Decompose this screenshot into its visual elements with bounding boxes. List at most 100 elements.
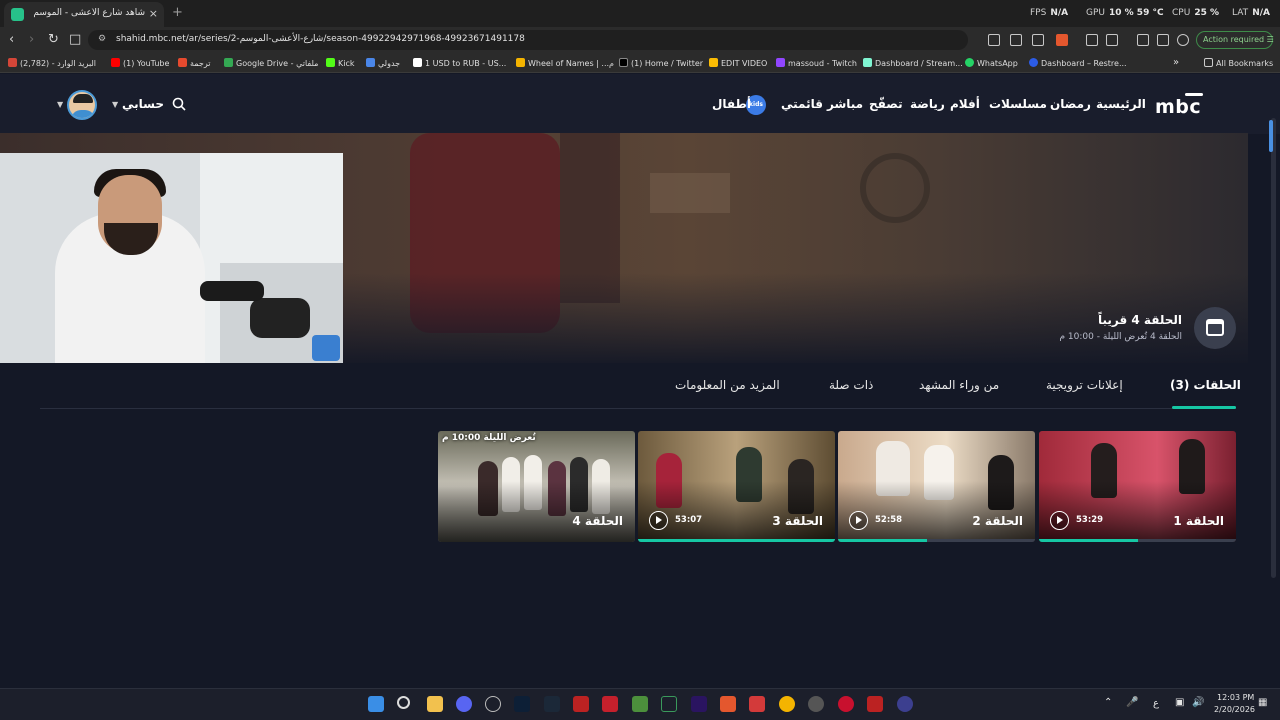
x-icon xyxy=(619,58,628,67)
tab-promos[interactable]: إعلانات ترويجية xyxy=(1046,378,1123,392)
share-icon[interactable] xyxy=(1032,34,1044,46)
tab-more-info[interactable]: المزيد من المعلومات xyxy=(675,378,780,392)
nav-ramadan[interactable]: رمضان xyxy=(1050,97,1091,111)
bookmark-wheel-of-names[interactable]: Wheel of Names | ...م xyxy=(516,58,614,68)
nav-home[interactable]: الرئيسية xyxy=(1096,97,1146,111)
network-icon[interactable]: ▣ xyxy=(1175,697,1184,708)
vpn-icon[interactable] xyxy=(1177,34,1189,46)
bookmark-gmail[interactable]: البريد الوارد - (2,782) xyxy=(8,58,96,68)
episode-card-3[interactable]: الحلقة 3 53:07 xyxy=(638,431,835,542)
photoshop-icon[interactable] xyxy=(514,696,530,712)
chevron-down-icon[interactable]: ▼ xyxy=(112,100,118,109)
obs-icon[interactable] xyxy=(808,696,824,712)
bookmark-google-drive[interactable]: Google Drive - ملفاتي xyxy=(224,58,318,68)
nav-live[interactable]: مباشر xyxy=(827,97,863,111)
bookmark-youtube[interactable]: (1) YouTube xyxy=(111,58,169,68)
url-bar[interactable]: ⚙ shahid.mbc.net/ar/series/2-شارع-الأعشى… xyxy=(88,30,968,50)
tab-related[interactable]: ذات صلة xyxy=(829,378,873,392)
episode-card-4[interactable]: تُعرض الليلة 10:00 م الحلقة 4 xyxy=(438,431,635,542)
bookmark-twitch[interactable]: massoud - Twitch xyxy=(776,58,857,68)
app-eu-icon[interactable] xyxy=(573,696,589,712)
red-app-icon[interactable] xyxy=(602,696,618,712)
volume-icon[interactable]: 🔊 xyxy=(1192,697,1204,708)
input-language[interactable]: ع xyxy=(1153,698,1159,709)
search-icon[interactable] xyxy=(172,97,186,111)
avatar-chevron-down-icon[interactable]: ▼ xyxy=(57,100,63,109)
creative-cloud-icon[interactable] xyxy=(838,696,854,712)
scrollbar-thumb[interactable] xyxy=(1269,120,1273,152)
play-icon[interactable] xyxy=(1050,511,1069,530)
nav-movies[interactable]: أفلام xyxy=(950,97,980,111)
clock-date[interactable]: 2/20/2026 xyxy=(1214,705,1255,714)
windows-start-icon[interactable] xyxy=(368,696,384,712)
extensions-icon[interactable] xyxy=(1086,34,1098,46)
chrome-icon[interactable] xyxy=(779,696,795,712)
discord-icon[interactable] xyxy=(456,696,472,712)
media-icon[interactable] xyxy=(1106,34,1118,46)
nav-my-list[interactable]: قائمتي xyxy=(781,97,823,111)
clock-time[interactable]: 12:03 PM xyxy=(1217,693,1254,702)
account-menu[interactable]: حسابي xyxy=(122,97,164,111)
tab-behind-the-scenes[interactable]: من وراء المشهد xyxy=(919,378,999,392)
bookmark-schedule[interactable]: جدولي xyxy=(366,58,400,68)
twitch-icon xyxy=(776,58,785,67)
action-required-button[interactable]: Action required ☰ xyxy=(1196,31,1274,49)
avatar[interactable] xyxy=(67,90,97,120)
file-explorer-icon[interactable] xyxy=(427,696,443,712)
cast-icon[interactable] xyxy=(1010,34,1022,46)
episode-1-title: الحلقة 1 xyxy=(1173,514,1224,528)
bookmark-restream[interactable]: Dashboard – Restre... xyxy=(1029,58,1127,68)
translate-icon[interactable] xyxy=(988,34,1000,46)
bookmark-twitter[interactable]: (1) Home / Twitter xyxy=(619,58,703,68)
taskbar-search-icon[interactable] xyxy=(397,696,410,709)
reload-icon[interactable]: ↻ xyxy=(48,32,59,47)
nav-browse[interactable]: تصفّح xyxy=(869,97,903,111)
nav-series[interactable]: مسلسلات xyxy=(989,97,1047,111)
forward-icon[interactable]: › xyxy=(29,32,34,47)
green-app-icon[interactable] xyxy=(632,696,648,712)
excel-icon[interactable] xyxy=(661,696,677,712)
episode-card-1[interactable]: الحلقة 1 53:29 xyxy=(1039,431,1236,542)
back-icon[interactable]: ‹ xyxy=(9,32,14,47)
mbc-logo[interactable]: mbc xyxy=(1155,93,1204,118)
fps-stat: FPS N/A xyxy=(1030,8,1069,18)
translate-bookmark-icon xyxy=(178,58,187,67)
schedule-icon xyxy=(366,58,375,67)
bookmark-whatsapp[interactable]: WhatsApp xyxy=(965,58,1018,68)
bookmark-kick[interactable]: Kick xyxy=(326,58,355,68)
media-player-icon[interactable] xyxy=(485,696,501,712)
notifications-icon[interactable]: ▦ xyxy=(1258,697,1267,708)
tray-chevron-up-icon[interactable]: ⌃ xyxy=(1104,697,1112,708)
steam-icon[interactable] xyxy=(544,696,560,712)
premiere-icon[interactable] xyxy=(691,696,707,712)
bookmark-page-icon[interactable]: □ xyxy=(69,32,81,47)
voice-app-icon[interactable] xyxy=(897,696,913,712)
sidebar-icon[interactable] xyxy=(1137,34,1149,46)
brave-shield-icon[interactable] xyxy=(1056,34,1068,46)
play-icon[interactable] xyxy=(849,511,868,530)
episode-3-title: الحلقة 3 xyxy=(772,514,823,528)
all-bookmarks-button[interactable]: All Bookmarks xyxy=(1204,58,1273,68)
close-tab-icon[interactable]: × xyxy=(149,7,158,20)
new-tab-button[interactable]: + xyxy=(172,5,183,20)
wallet-icon[interactable] xyxy=(1157,34,1169,46)
bookmark-usd-rub[interactable]: 1 USD to RUB - US... xyxy=(413,58,506,68)
scrollbar[interactable] xyxy=(1271,118,1276,578)
more-bookmarks-icon[interactable]: » xyxy=(1173,57,1179,68)
gallery-icon[interactable] xyxy=(749,696,765,712)
bookmark-streamlabs[interactable]: Dashboard / Stream... xyxy=(863,58,963,68)
nav-kids[interactable]: أطفال xyxy=(712,97,751,111)
bookmark-edit-video[interactable]: EDIT VIDEO xyxy=(709,58,767,68)
browser-tab[interactable]: شاهد شارع الأعشى - الموسم 2 | MBC × xyxy=(4,2,164,27)
site-info-icon[interactable]: ⚙ xyxy=(98,34,106,44)
youtube-icon xyxy=(111,58,120,67)
brave-icon[interactable] xyxy=(720,696,736,712)
play-icon[interactable] xyxy=(649,511,668,530)
bookmark-translate[interactable]: ترجمة xyxy=(178,58,211,68)
episode-card-2[interactable]: الحلقة 2 52:58 xyxy=(838,431,1035,542)
nav-sports[interactable]: رياضة xyxy=(910,97,945,111)
gmail-icon xyxy=(8,58,17,67)
microphone-icon[interactable]: 🎤 xyxy=(1126,697,1138,708)
tab-episodes[interactable]: الحلقات (3) xyxy=(1170,378,1241,392)
app-eu2-icon[interactable] xyxy=(867,696,883,712)
